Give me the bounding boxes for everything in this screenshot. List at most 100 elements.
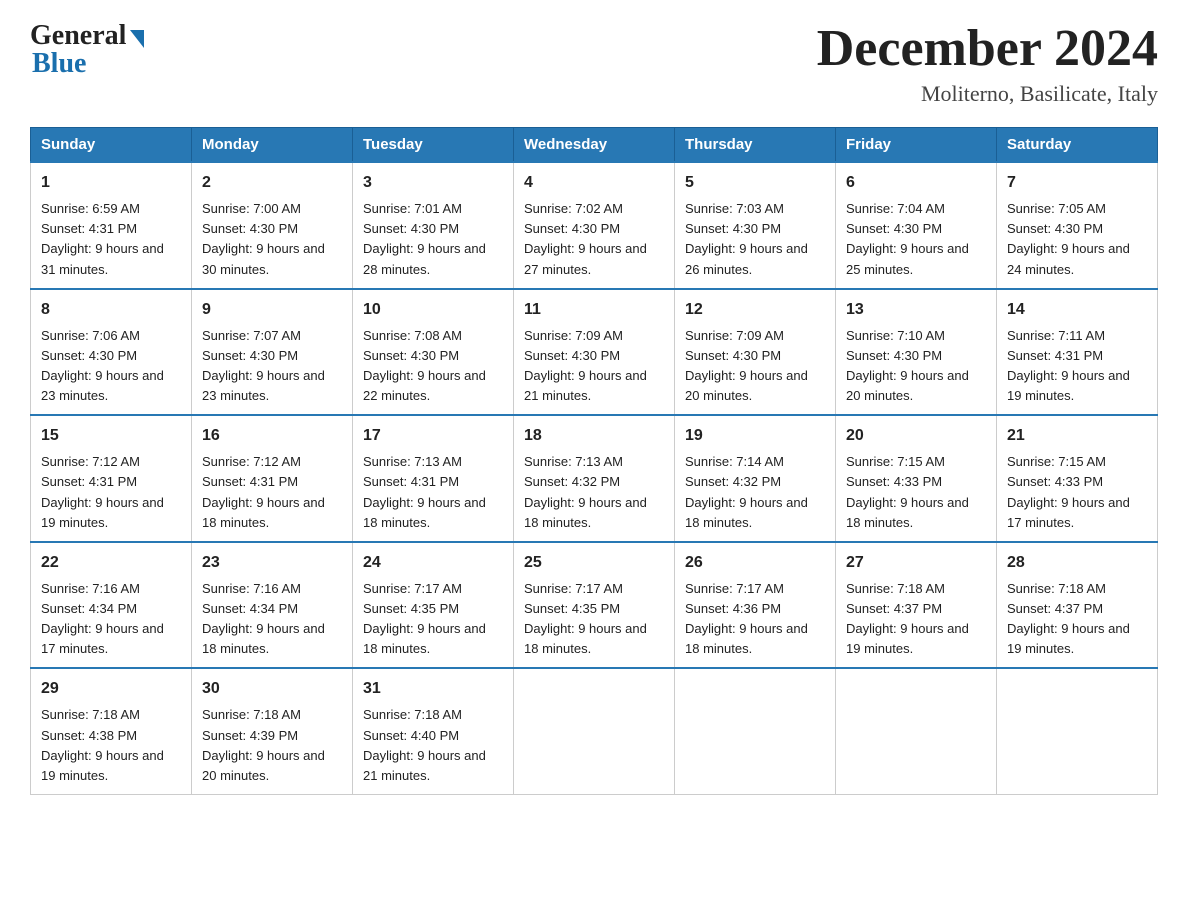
calendar-day-cell: 16 Sunrise: 7:12 AMSunset: 4:31 PMDayligh… (192, 415, 353, 542)
weekday-header-tuesday: Tuesday (353, 128, 514, 163)
weekday-header-monday: Monday (192, 128, 353, 163)
calendar-day-cell: 10 Sunrise: 7:08 AMSunset: 4:30 PMDayligh… (353, 289, 514, 416)
day-number: 13 (846, 298, 986, 322)
calendar-day-cell: 13Sunrise: 7:10 AMSunset: 4:30 PMDayligh… (836, 289, 997, 416)
day-info: Sunrise: 7:13 AMSunset: 4:31 PMDaylight:… (363, 452, 503, 533)
empty-cell (514, 668, 675, 794)
calendar-day-cell: 22Sunrise: 7:16 AMSunset: 4:34 PMDayligh… (31, 542, 192, 669)
day-info: Sunrise: 7:13 AMSunset: 4:32 PMDaylight:… (524, 452, 664, 533)
day-info: Sunrise: 7:15 AMSunset: 4:33 PMDaylight:… (1007, 452, 1147, 533)
day-number: 1 (41, 171, 181, 195)
empty-cell (836, 668, 997, 794)
day-info: Sunrise: 7:02 AMSunset: 4:30 PMDaylight:… (524, 199, 664, 280)
calendar-table: SundayMondayTuesdayWednesdayThursdayFrid… (30, 127, 1158, 795)
calendar-day-cell: 24Sunrise: 7:17 AMSunset: 4:35 PMDayligh… (353, 542, 514, 669)
day-info: Sunrise: 7:18 AMSunset: 4:37 PMDaylight:… (846, 579, 986, 660)
day-number: 3 (363, 171, 503, 195)
day-number: 21 (1007, 424, 1147, 448)
day-info: Sunrise: 7:12 AMSunset: 4:31 PMDaylight:… (41, 452, 181, 533)
day-info: Sunrise: 7:00 AMSunset: 4:30 PMDaylight:… (202, 199, 342, 280)
day-info: Sunrise: 7:18 AMSunset: 4:40 PMDaylight:… (363, 705, 503, 786)
calendar-day-cell: 6 Sunrise: 7:04 AMSunset: 4:30 PMDaylight… (836, 162, 997, 289)
calendar-day-cell: 21 Sunrise: 7:15 AMSunset: 4:33 PMDayligh… (997, 415, 1158, 542)
logo-blue-text: Blue (30, 48, 86, 80)
day-info: Sunrise: 7:09 AMSunset: 4:30 PMDaylight:… (524, 326, 664, 407)
day-number: 31 (363, 677, 503, 701)
day-info: Sunrise: 7:07 AMSunset: 4:30 PMDaylight:… (202, 326, 342, 407)
day-number: 16 (202, 424, 342, 448)
calendar-day-cell: 25 Sunrise: 7:17 AMSunset: 4:35 PMDayligh… (514, 542, 675, 669)
empty-cell (997, 668, 1158, 794)
day-number: 10 (363, 298, 503, 322)
calendar-day-cell: 23Sunrise: 7:16 AMSunset: 4:34 PMDayligh… (192, 542, 353, 669)
day-number: 15 (41, 424, 181, 448)
weekday-header-wednesday: Wednesday (514, 128, 675, 163)
day-info: Sunrise: 7:14 AMSunset: 4:32 PMDaylight:… (685, 452, 825, 533)
day-number: 12 (685, 298, 825, 322)
logo: General Blue (30, 20, 144, 80)
calendar-day-cell: 15 Sunrise: 7:12 AMSunset: 4:31 PMDayligh… (31, 415, 192, 542)
calendar-day-cell: 20 Sunrise: 7:15 AMSunset: 4:33 PMDayligh… (836, 415, 997, 542)
day-number: 18 (524, 424, 664, 448)
day-number: 19 (685, 424, 825, 448)
day-number: 28 (1007, 551, 1147, 575)
location-text: Moliterno, Basilicate, Italy (817, 81, 1158, 107)
calendar-day-cell: 8 Sunrise: 7:06 AMSunset: 4:30 PMDaylight… (31, 289, 192, 416)
day-number: 2 (202, 171, 342, 195)
day-info: Sunrise: 7:15 AMSunset: 4:33 PMDaylight:… (846, 452, 986, 533)
day-info: Sunrise: 7:01 AMSunset: 4:30 PMDaylight:… (363, 199, 503, 280)
day-number: 29 (41, 677, 181, 701)
day-info: Sunrise: 7:04 AMSunset: 4:30 PMDaylight:… (846, 199, 986, 280)
calendar-header-row: SundayMondayTuesdayWednesdayThursdayFrid… (31, 128, 1158, 163)
calendar-week-row: 22 Sunrise: 7:16 AMSunset: 4:34 PMDayligh… (31, 542, 1158, 669)
day-info: Sunrise: 7:06 AMSunset: 4:30 PMDaylight:… (41, 326, 181, 407)
calendar-day-cell: 30 Sunrise: 7:18 AMSunset: 4:39 PMDayligh… (192, 668, 353, 794)
day-info: Sunrise: 7:18 AMSunset: 4:39 PMDaylight:… (202, 705, 342, 786)
calendar-day-cell: 4Sunrise: 7:02 AMSunset: 4:30 PMDaylight… (514, 162, 675, 289)
calendar-day-cell: 14 Sunrise: 7:11 AMSunset: 4:31 PMDayligh… (997, 289, 1158, 416)
weekday-header-friday: Friday (836, 128, 997, 163)
day-number: 7 (1007, 171, 1147, 195)
calendar-day-cell: 19 Sunrise: 7:14 AMSunset: 4:32 PMDayligh… (675, 415, 836, 542)
weekday-header-sunday: Sunday (31, 128, 192, 163)
calendar-day-cell: 9 Sunrise: 7:07 AMSunset: 4:30 PMDaylight… (192, 289, 353, 416)
calendar-day-cell: 1 Sunrise: 6:59 AMSunset: 4:31 PMDaylight… (31, 162, 192, 289)
day-number: 6 (846, 171, 986, 195)
calendar-day-cell: 27 Sunrise: 7:18 AMSunset: 4:37 PMDayligh… (836, 542, 997, 669)
day-number: 22 (41, 551, 181, 575)
day-number: 11 (524, 298, 664, 322)
calendar-day-cell: 29Sunrise: 7:18 AMSunset: 4:38 PMDayligh… (31, 668, 192, 794)
day-info: Sunrise: 7:17 AMSunset: 4:36 PMDaylight:… (685, 579, 825, 660)
day-info: Sunrise: 6:59 AMSunset: 4:31 PMDaylight:… (41, 199, 181, 280)
calendar-day-cell: 26 Sunrise: 7:17 AMSunset: 4:36 PMDayligh… (675, 542, 836, 669)
day-number: 14 (1007, 298, 1147, 322)
day-info: Sunrise: 7:17 AMSunset: 4:35 PMDaylight:… (524, 579, 664, 660)
calendar-day-cell: 18 Sunrise: 7:13 AMSunset: 4:32 PMDayligh… (514, 415, 675, 542)
day-info: Sunrise: 7:08 AMSunset: 4:30 PMDaylight:… (363, 326, 503, 407)
day-info: Sunrise: 7:11 AMSunset: 4:31 PMDaylight:… (1007, 326, 1147, 407)
day-number: 25 (524, 551, 664, 575)
day-info: Sunrise: 7:12 AMSunset: 4:31 PMDaylight:… (202, 452, 342, 533)
empty-cell (675, 668, 836, 794)
calendar-week-row: 8 Sunrise: 7:06 AMSunset: 4:30 PMDaylight… (31, 289, 1158, 416)
calendar-day-cell: 17 Sunrise: 7:13 AMSunset: 4:31 PMDayligh… (353, 415, 514, 542)
calendar-day-cell: 7Sunrise: 7:05 AMSunset: 4:30 PMDaylight… (997, 162, 1158, 289)
calendar-day-cell: 5Sunrise: 7:03 AMSunset: 4:30 PMDaylight… (675, 162, 836, 289)
day-number: 8 (41, 298, 181, 322)
logo-arrow-icon (130, 30, 144, 48)
day-number: 30 (202, 677, 342, 701)
day-info: Sunrise: 7:03 AMSunset: 4:30 PMDaylight:… (685, 199, 825, 280)
day-number: 9 (202, 298, 342, 322)
day-number: 26 (685, 551, 825, 575)
calendar-day-cell: 28Sunrise: 7:18 AMSunset: 4:37 PMDayligh… (997, 542, 1158, 669)
calendar-day-cell: 3 Sunrise: 7:01 AMSunset: 4:30 PMDaylight… (353, 162, 514, 289)
weekday-header-saturday: Saturday (997, 128, 1158, 163)
day-info: Sunrise: 7:16 AMSunset: 4:34 PMDaylight:… (202, 579, 342, 660)
weekday-header-thursday: Thursday (675, 128, 836, 163)
day-number: 17 (363, 424, 503, 448)
day-number: 20 (846, 424, 986, 448)
title-block: December 2024 Moliterno, Basilicate, Ita… (817, 20, 1158, 107)
calendar-week-row: 15 Sunrise: 7:12 AMSunset: 4:31 PMDayligh… (31, 415, 1158, 542)
page-header: General Blue December 2024 Moliterno, Ba… (30, 20, 1158, 107)
day-number: 27 (846, 551, 986, 575)
